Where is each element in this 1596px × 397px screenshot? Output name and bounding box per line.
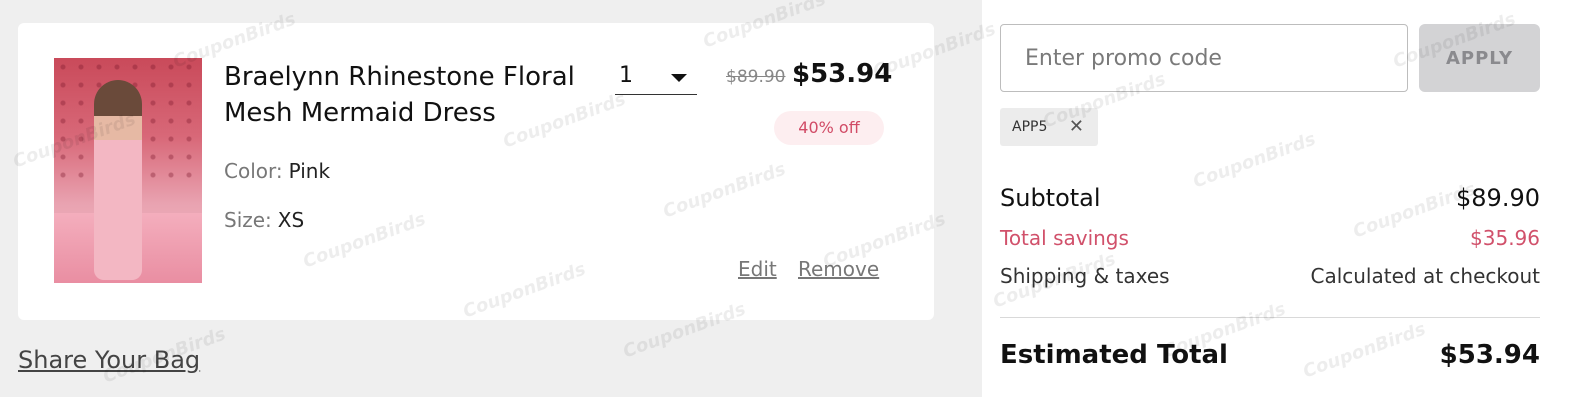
model-figure xyxy=(94,80,142,280)
product-title[interactable]: Braelynn Rhinestone Floral Mesh Mermaid … xyxy=(224,59,604,131)
cart-item-card: Braelynn Rhinestone Floral Mesh Mermaid … xyxy=(18,23,934,320)
color-label: Color: xyxy=(224,159,283,183)
subtotal-value: $89.90 xyxy=(1456,184,1540,212)
size-value: XS xyxy=(277,208,305,232)
applied-promo-chip: APP5 ✕ xyxy=(1000,108,1098,146)
sale-price: $53.94 xyxy=(792,59,893,89)
savings-value: $35.96 xyxy=(1470,226,1540,250)
color-value: Pink xyxy=(288,159,331,183)
size-label: Size: xyxy=(224,208,272,232)
total-value: $53.94 xyxy=(1439,340,1540,370)
chevron-down-icon xyxy=(671,74,687,82)
discount-badge: 40% off xyxy=(774,111,884,145)
shipping-row: Shipping & taxes Calculated at checkout xyxy=(1000,264,1540,288)
estimated-total-row: Estimated Total $53.94 xyxy=(1000,340,1540,370)
cart-panel: Braelynn Rhinestone Floral Mesh Mermaid … xyxy=(0,0,982,397)
total-label: Estimated Total xyxy=(1000,340,1228,370)
apply-button[interactable]: APPLY xyxy=(1419,24,1540,92)
promo-code-input[interactable] xyxy=(1000,24,1408,92)
order-summary-panel: APPLY APP5 ✕ Subtotal $89.90 Total savin… xyxy=(982,0,1596,397)
subtotal-label: Subtotal xyxy=(1000,184,1101,212)
share-bag-link[interactable]: Share Your Bag xyxy=(18,346,200,374)
savings-row: Total savings $35.96 xyxy=(1000,226,1540,250)
savings-label: Total savings xyxy=(1000,226,1129,250)
close-icon[interactable]: ✕ xyxy=(1069,108,1084,146)
summary-divider xyxy=(1000,317,1540,318)
product-image[interactable] xyxy=(54,58,202,283)
shipping-value: Calculated at checkout xyxy=(1310,264,1540,288)
applied-promo-code: APP5 xyxy=(1012,119,1048,135)
subtotal-row: Subtotal $89.90 xyxy=(1000,184,1540,212)
edit-link[interactable]: Edit xyxy=(738,257,777,281)
quantity-select[interactable]: 1 xyxy=(615,59,697,95)
remove-link[interactable]: Remove xyxy=(798,257,879,281)
product-color: Color: Pink xyxy=(224,159,330,183)
quantity-value: 1 xyxy=(619,63,633,88)
shipping-label: Shipping & taxes xyxy=(1000,264,1170,288)
original-price: $89.90 xyxy=(726,67,786,87)
product-size: Size: XS xyxy=(224,208,304,232)
